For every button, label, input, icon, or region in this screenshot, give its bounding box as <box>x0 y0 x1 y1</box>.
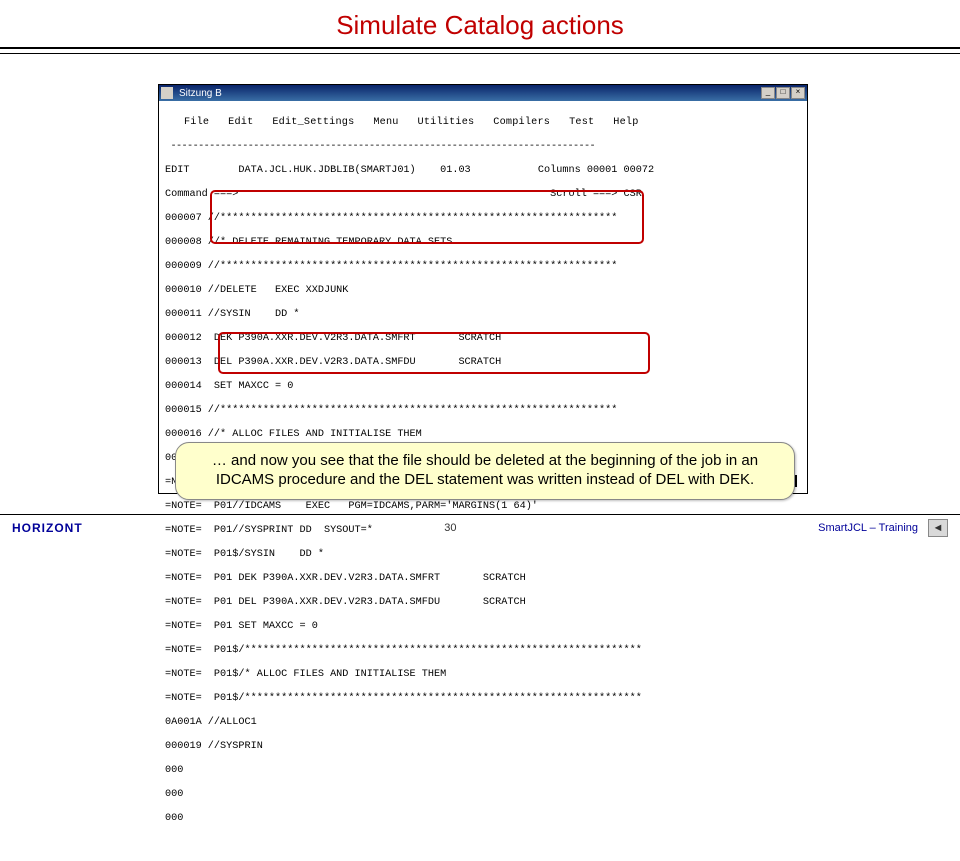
code-line: 000010 //DELETE EXEC XXDJUNK <box>165 285 801 297</box>
code-line: 000019 //SYSPRIN <box>165 741 801 753</box>
edit-header: EDIT DATA.JCL.HUK.JDBLIB(SMARTJ01) 01.03… <box>165 165 801 177</box>
code-line: 000015 //*******************************… <box>165 405 801 417</box>
annotation-callout: … and now you see that the file should b… <box>175 442 795 500</box>
code-line: 000011 //SYSIN DD * <box>165 309 801 321</box>
code-line: =NOTE= P01$/SYSIN DD * <box>165 549 801 561</box>
code-line: =NOTE= P01 SET MAXCC = 0 <box>165 621 801 633</box>
ispf-separator: ----------------------------------------… <box>165 141 801 153</box>
prev-slide-button[interactable]: ◄ <box>928 519 948 537</box>
window-titlebar[interactable]: Sitzung B _ □ × <box>159 85 807 101</box>
slide-title: Simulate Catalog actions <box>0 0 960 47</box>
code-line: =NOTE= P01 DEL P390A.XXR.DEV.V2R3.DATA.S… <box>165 597 801 609</box>
footer-brand: HORIZONT <box>12 521 83 535</box>
maximize-button[interactable]: □ <box>776 87 790 99</box>
code-line: 000 <box>165 765 801 777</box>
code-line: 000016 //* ALLOC FILES AND INITIALISE TH… <box>165 429 801 441</box>
header-rule-top <box>0 47 960 49</box>
code-line: =NOTE= P01$/****************************… <box>165 645 801 657</box>
footer-page-number: 30 <box>444 522 456 534</box>
code-line: 000 <box>165 789 801 801</box>
code-line: =NOTE= P01$/* ALLOC FILES AND INITIALISE… <box>165 669 801 681</box>
ispf-menu-row[interactable]: File Edit Edit_Settings Menu Utilities C… <box>165 117 801 129</box>
minimize-button[interactable]: _ <box>761 87 775 99</box>
slide-footer: HORIZONT 30 SmartJCL – Training ◄ <box>0 514 960 540</box>
code-line: 000012 DEK P390A.XXR.DEV.V2R3.DATA.SMFRT… <box>165 333 801 345</box>
footer-product: SmartJCL – Training <box>818 522 918 534</box>
code-line: 000013 DEL P390A.XXR.DEV.V2R3.DATA.SMFDU… <box>165 357 801 369</box>
terminal-window: Sitzung B _ □ × File Edit Edit_Settings … <box>158 84 808 494</box>
code-line: 000 <box>165 813 801 825</box>
code-line: 000008 //* DELETE REMAINING TEMPORARY DA… <box>165 237 801 249</box>
code-line: 000014 SET MAXCC = 0 <box>165 381 801 393</box>
terminal-body[interactable]: File Edit Edit_Settings Menu Utilities C… <box>159 101 807 493</box>
code-line: =NOTE= P01 DEK P390A.XXR.DEV.V2R3.DATA.S… <box>165 573 801 585</box>
code-line: 000009 //*******************************… <box>165 261 801 273</box>
header-rule-bottom <box>0 53 960 54</box>
window-title: Sitzung B <box>177 88 757 99</box>
caret-left-icon: ◄ <box>933 522 944 534</box>
command-line[interactable]: Command ===> Scroll ===> CSR <box>165 189 801 201</box>
close-button[interactable]: × <box>791 87 805 99</box>
code-line: 000007 //*******************************… <box>165 213 801 225</box>
code-line: =NOTE= P01//IDCAMS EXEC PGM=IDCAMS,PARM=… <box>165 501 801 513</box>
code-line: =NOTE= P01$/****************************… <box>165 693 801 705</box>
app-icon <box>161 87 173 99</box>
window-buttons: _ □ × <box>761 87 805 99</box>
code-line: 0A001A //ALLOC1 <box>165 717 801 729</box>
